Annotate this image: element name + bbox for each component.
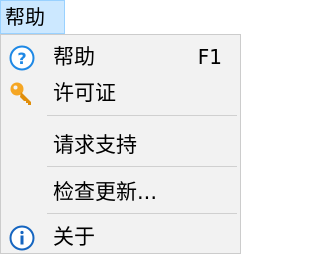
menu-item-about-label: 关于: [53, 225, 95, 249]
menu-separator: [47, 213, 237, 214]
menu-bar: 帮助: [0, 0, 241, 34]
menu-separator: [47, 115, 237, 116]
menu-item-license[interactable]: 许可证: [1, 76, 240, 110]
help-question-icon: ?: [9, 45, 35, 71]
menu-item-request-support[interactable]: 请求支持: [1, 128, 240, 162]
menu-item-check-updates-label: 检查更新...: [53, 180, 158, 204]
menu-item-request-support-label: 请求支持: [53, 133, 137, 157]
menu-item-check-updates[interactable]: 检查更新...: [1, 175, 240, 209]
menu-item-help-label: 帮助: [53, 45, 95, 69]
svg-text:?: ?: [17, 49, 26, 68]
menu-item-license-label: 许可证: [53, 81, 116, 105]
key-icon: [9, 81, 35, 107]
menu-item-help[interactable]: ? 帮助 F1: [1, 40, 240, 74]
info-icon: [9, 225, 35, 251]
help-menu-button[interactable]: 帮助: [0, 0, 65, 34]
menu-item-about[interactable]: 关于: [1, 220, 240, 254]
menu-item-help-shortcut: F1: [197, 45, 222, 69]
help-dropdown-menu: ? 帮助 F1 许可证 请求支持 检查更新... 关于: [0, 34, 241, 254]
menu-separator: [47, 166, 237, 167]
